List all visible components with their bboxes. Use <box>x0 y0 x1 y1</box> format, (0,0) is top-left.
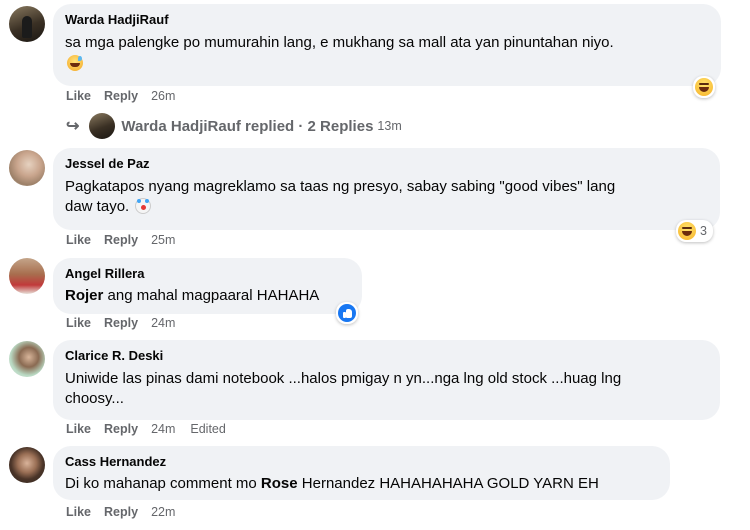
reaction-summary[interactable] <box>336 302 358 324</box>
comment-author[interactable]: Jessel de Paz <box>65 155 708 172</box>
comment-body: ang mahal magpaaral HAHAHA <box>103 287 320 304</box>
avatar[interactable] <box>9 150 45 186</box>
comment-body: sa mga palengke po mumurahin lang, e muk… <box>65 34 614 51</box>
comment-bubble: Warda HadjiRauf sa mga palengke po mumur… <box>53 4 721 86</box>
comment-text: Rojer ang mahal magpaaral HAHAHA <box>65 286 350 306</box>
comment-text: Uniwide las pinas dami notebook ...halos… <box>65 369 708 409</box>
reaction-summary[interactable]: 3 <box>676 220 713 242</box>
comment-body-line: daw tayo. <box>65 198 130 215</box>
comment-body: Hernandez HAHAHAHAHA GOLD YARN EH <box>297 475 599 492</box>
comment-body-line: Pagkatapos nyang magreklamo sa taas ng p… <box>65 178 616 195</box>
comment-actions: Like Reply 22m <box>66 505 188 519</box>
replies-label[interactable]: Warda HadjiRauf replied · 2 Replies <box>121 118 373 135</box>
comment-body-line: Uniwide las pinas dami notebook ...halos… <box>65 370 622 387</box>
comment-text: Di ko mahanap comment mo Rose Hernandez … <box>65 474 658 494</box>
comment-body-line: choosy... <box>65 390 124 407</box>
comment-author[interactable]: Warda HadjiRauf <box>65 11 709 28</box>
comment-time[interactable]: 24m <box>151 422 175 436</box>
avatar[interactable] <box>9 258 45 294</box>
comment-bubble: Clarice R. Deski Uniwide las pinas dami … <box>53 340 720 420</box>
view-replies-link[interactable]: ↪ Warda HadjiRauf replied · 2 Replies 13… <box>66 113 402 139</box>
comment-time[interactable]: 26m <box>151 89 175 103</box>
comment-text: sa mga palengke po mumurahin lang, e muk… <box>65 33 709 53</box>
avatar[interactable] <box>9 447 45 483</box>
mention-link[interactable]: Rose <box>261 475 298 492</box>
avatar[interactable] <box>9 6 45 42</box>
like-button[interactable]: Like <box>66 316 91 330</box>
comment-author[interactable]: Cass Hernandez <box>65 453 658 470</box>
reply-button[interactable]: Reply <box>104 505 138 519</box>
comment-author[interactable]: Clarice R. Deski <box>65 347 708 364</box>
avatar <box>89 113 116 139</box>
comment-time[interactable]: 22m <box>151 505 175 519</box>
reaction-count: 3 <box>700 224 707 238</box>
comment-time[interactable]: 24m <box>151 316 175 330</box>
comment-bubble: Angel Rillera Rojer ang mahal magpaaral … <box>53 258 362 314</box>
comment-body: Di ko mahanap comment mo <box>65 475 261 492</box>
comment-bubble: Jessel de Paz Pagkatapos nyang magreklam… <box>53 148 720 230</box>
avatar[interactable] <box>9 341 45 377</box>
comment-actions: Like Reply 25m <box>66 233 188 247</box>
reply-button[interactable]: Reply <box>104 316 138 330</box>
comment-text: Pagkatapos nyang magreklamo sa taas ng p… <box>65 177 708 217</box>
like-button[interactable]: Like <box>66 233 91 247</box>
reply-button[interactable]: Reply <box>104 89 138 103</box>
reply-button[interactable]: Reply <box>104 233 138 247</box>
comment-bubble: Cass Hernandez Di ko mahanap comment mo … <box>53 446 670 500</box>
haha-reaction-icon <box>678 222 696 240</box>
reply-arrow-icon: ↪ <box>66 118 80 135</box>
comment-time[interactable]: 25m <box>151 233 175 247</box>
grinning-sweat-emoji <box>67 55 83 71</box>
clown-emoji <box>135 198 152 214</box>
like-button[interactable]: Like <box>66 422 91 436</box>
comment-author[interactable]: Angel Rillera <box>65 265 350 282</box>
comment-actions: Like Reply 26m <box>66 89 188 103</box>
like-button[interactable]: Like <box>66 89 91 103</box>
like-button[interactable]: Like <box>66 505 91 519</box>
replies-time: 13m <box>377 119 402 133</box>
comment-actions: Like Reply 24m <box>66 316 188 330</box>
edited-label[interactable]: Edited <box>190 422 225 436</box>
like-reaction-icon <box>338 304 356 322</box>
reply-button[interactable]: Reply <box>104 422 138 436</box>
comment-actions: Like Reply 24m Edited <box>66 422 239 436</box>
haha-reaction-icon <box>695 78 713 96</box>
reaction-summary[interactable] <box>693 76 715 98</box>
mention-link[interactable]: Rojer <box>65 287 103 304</box>
